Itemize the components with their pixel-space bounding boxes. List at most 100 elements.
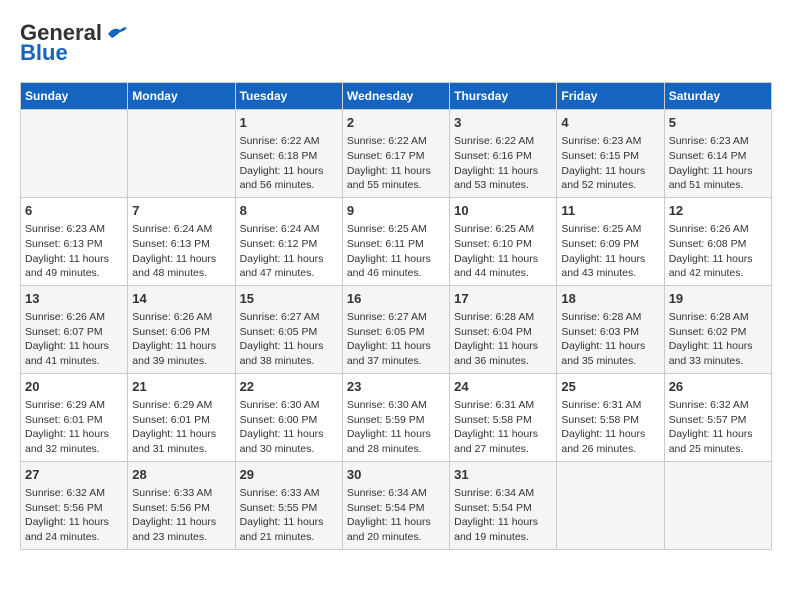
day-info: Sunrise: 6:34 AM Sunset: 5:54 PM Dayligh… (454, 486, 552, 545)
calendar-cell: 28Sunrise: 6:33 AM Sunset: 5:56 PM Dayli… (128, 461, 235, 549)
calendar-cell (21, 110, 128, 198)
calendar-cell: 24 Sunrise: 6:31 AM Sunset: 5:58 PM Dayli… (450, 373, 557, 461)
calendar-cell: 30 Sunrise: 6:34 AM Sunset: 5:54 PM Dayli… (342, 461, 449, 549)
calendar-week: 13 Sunrise: 6:26 AM Sunset: 6:07 PM Dayli… (21, 285, 772, 373)
calendar-week: 20 Sunrise: 6:29 AM Sunset: 6:01 PM Dayli… (21, 373, 772, 461)
day-info: Sunrise: 6:28 AM Sunset: 6:02 PM Dayligh… (669, 310, 767, 369)
day-number: 30 (347, 466, 445, 484)
header-row: SundayMondayTuesdayWednesdayThursdayFrid… (21, 83, 772, 110)
day-info: Sunrise: 6:23 AM Sunset: 6:15 PM Dayligh… (561, 134, 659, 193)
day-number: 15 (240, 290, 338, 308)
calendar-cell: 7 Sunrise: 6:24 AM Sunset: 6:13 PM Daylig… (128, 197, 235, 285)
calendar-cell: 2 Sunrise: 6:22 AM Sunset: 6:17 PM Daylig… (342, 110, 449, 198)
day-number: 31 (454, 466, 552, 484)
day-number: 1 (240, 114, 338, 132)
calendar-cell: 14 Sunrise: 6:26 AM Sunset: 6:06 PM Dayli… (128, 285, 235, 373)
calendar-week: 1 Sunrise: 6:22 AM Sunset: 6:18 PM Daylig… (21, 110, 772, 198)
header-day: Wednesday (342, 83, 449, 110)
day-number: 17 (454, 290, 552, 308)
day-number: 6 (25, 202, 123, 220)
day-info: Sunrise: 6:23 AM Sunset: 6:14 PM Dayligh… (669, 134, 767, 193)
day-info: Sunrise: 6:25 AM Sunset: 6:11 PM Dayligh… (347, 222, 445, 281)
calendar-cell: 9Sunrise: 6:25 AM Sunset: 6:11 PM Daylig… (342, 197, 449, 285)
day-info: Sunrise: 6:33 AM Sunset: 5:55 PM Dayligh… (240, 486, 338, 545)
header-day: Sunday (21, 83, 128, 110)
calendar-cell: 26 Sunrise: 6:32 AM Sunset: 5:57 PM Dayli… (664, 373, 771, 461)
calendar-cell: 5 Sunrise: 6:23 AM Sunset: 6:14 PM Daylig… (664, 110, 771, 198)
calendar-week: 27 Sunrise: 6:32 AM Sunset: 5:56 PM Dayli… (21, 461, 772, 549)
header-day: Monday (128, 83, 235, 110)
day-number: 23 (347, 378, 445, 396)
day-info: Sunrise: 6:28 AM Sunset: 6:04 PM Dayligh… (454, 310, 552, 369)
day-number: 2 (347, 114, 445, 132)
day-info: Sunrise: 6:29 AM Sunset: 6:01 PM Dayligh… (25, 398, 123, 457)
calendar-cell: 8 Sunrise: 6:24 AM Sunset: 6:12 PM Daylig… (235, 197, 342, 285)
day-info: Sunrise: 6:24 AM Sunset: 6:12 PM Dayligh… (240, 222, 338, 281)
day-number: 22 (240, 378, 338, 396)
calendar-cell: 6 Sunrise: 6:23 AM Sunset: 6:13 PM Daylig… (21, 197, 128, 285)
day-info: Sunrise: 6:31 AM Sunset: 5:58 PM Dayligh… (454, 398, 552, 457)
calendar-cell: 23 Sunrise: 6:30 AM Sunset: 5:59 PM Dayli… (342, 373, 449, 461)
day-number: 27 (25, 466, 123, 484)
logo-blue: Blue (20, 40, 68, 66)
day-info: Sunrise: 6:27 AM Sunset: 6:05 PM Dayligh… (240, 310, 338, 369)
calendar-table: SundayMondayTuesdayWednesdayThursdayFrid… (20, 82, 772, 550)
day-number: 26 (669, 378, 767, 396)
day-number: 14 (132, 290, 230, 308)
calendar-body: 1 Sunrise: 6:22 AM Sunset: 6:18 PM Daylig… (21, 110, 772, 550)
calendar-cell: 27 Sunrise: 6:32 AM Sunset: 5:56 PM Dayli… (21, 461, 128, 549)
calendar-cell: 19 Sunrise: 6:28 AM Sunset: 6:02 PM Dayli… (664, 285, 771, 373)
day-info: Sunrise: 6:31 AM Sunset: 5:58 PM Dayligh… (561, 398, 659, 457)
day-info: Sunrise: 6:22 AM Sunset: 6:17 PM Dayligh… (347, 134, 445, 193)
day-number: 8 (240, 202, 338, 220)
page-header: General Blue (20, 20, 772, 66)
day-info: Sunrise: 6:22 AM Sunset: 6:18 PM Dayligh… (240, 134, 338, 193)
day-info: Sunrise: 6:34 AM Sunset: 5:54 PM Dayligh… (347, 486, 445, 545)
day-info: Sunrise: 6:32 AM Sunset: 5:57 PM Dayligh… (669, 398, 767, 457)
day-number: 28 (132, 466, 230, 484)
day-number: 12 (669, 202, 767, 220)
logo-bird-icon (106, 24, 128, 42)
calendar-cell: 16Sunrise: 6:27 AM Sunset: 6:05 PM Dayli… (342, 285, 449, 373)
day-info: Sunrise: 6:25 AM Sunset: 6:10 PM Dayligh… (454, 222, 552, 281)
calendar-cell (664, 461, 771, 549)
day-number: 3 (454, 114, 552, 132)
day-number: 24 (454, 378, 552, 396)
day-number: 25 (561, 378, 659, 396)
calendar-cell: 21Sunrise: 6:29 AM Sunset: 6:01 PM Dayli… (128, 373, 235, 461)
day-number: 13 (25, 290, 123, 308)
calendar-cell: 13 Sunrise: 6:26 AM Sunset: 6:07 PM Dayli… (21, 285, 128, 373)
calendar-cell: 3 Sunrise: 6:22 AM Sunset: 6:16 PM Daylig… (450, 110, 557, 198)
day-number: 10 (454, 202, 552, 220)
day-info: Sunrise: 6:25 AM Sunset: 6:09 PM Dayligh… (561, 222, 659, 281)
calendar-week: 6 Sunrise: 6:23 AM Sunset: 6:13 PM Daylig… (21, 197, 772, 285)
header-day: Thursday (450, 83, 557, 110)
day-number: 20 (25, 378, 123, 396)
day-number: 5 (669, 114, 767, 132)
day-info: Sunrise: 6:30 AM Sunset: 5:59 PM Dayligh… (347, 398, 445, 457)
header-day: Friday (557, 83, 664, 110)
day-info: Sunrise: 6:22 AM Sunset: 6:16 PM Dayligh… (454, 134, 552, 193)
calendar-header: SundayMondayTuesdayWednesdayThursdayFrid… (21, 83, 772, 110)
logo: General Blue (20, 20, 128, 66)
day-info: Sunrise: 6:26 AM Sunset: 6:07 PM Dayligh… (25, 310, 123, 369)
day-info: Sunrise: 6:29 AM Sunset: 6:01 PM Dayligh… (132, 398, 230, 457)
calendar-cell: 25 Sunrise: 6:31 AM Sunset: 5:58 PM Dayli… (557, 373, 664, 461)
day-number: 11 (561, 202, 659, 220)
calendar-cell: 20 Sunrise: 6:29 AM Sunset: 6:01 PM Dayli… (21, 373, 128, 461)
day-info: Sunrise: 6:23 AM Sunset: 6:13 PM Dayligh… (25, 222, 123, 281)
day-number: 19 (669, 290, 767, 308)
day-number: 18 (561, 290, 659, 308)
calendar-cell: 18Sunrise: 6:28 AM Sunset: 6:03 PM Dayli… (557, 285, 664, 373)
day-info: Sunrise: 6:32 AM Sunset: 5:56 PM Dayligh… (25, 486, 123, 545)
day-number: 7 (132, 202, 230, 220)
day-info: Sunrise: 6:24 AM Sunset: 6:13 PM Dayligh… (132, 222, 230, 281)
day-info: Sunrise: 6:26 AM Sunset: 6:08 PM Dayligh… (669, 222, 767, 281)
day-info: Sunrise: 6:27 AM Sunset: 6:05 PM Dayligh… (347, 310, 445, 369)
calendar-cell: 17 Sunrise: 6:28 AM Sunset: 6:04 PM Dayli… (450, 285, 557, 373)
day-info: Sunrise: 6:30 AM Sunset: 6:00 PM Dayligh… (240, 398, 338, 457)
calendar-cell: 11 Sunrise: 6:25 AM Sunset: 6:09 PM Dayli… (557, 197, 664, 285)
calendar-cell: 29Sunrise: 6:33 AM Sunset: 5:55 PM Dayli… (235, 461, 342, 549)
day-number: 4 (561, 114, 659, 132)
day-info: Sunrise: 6:26 AM Sunset: 6:06 PM Dayligh… (132, 310, 230, 369)
